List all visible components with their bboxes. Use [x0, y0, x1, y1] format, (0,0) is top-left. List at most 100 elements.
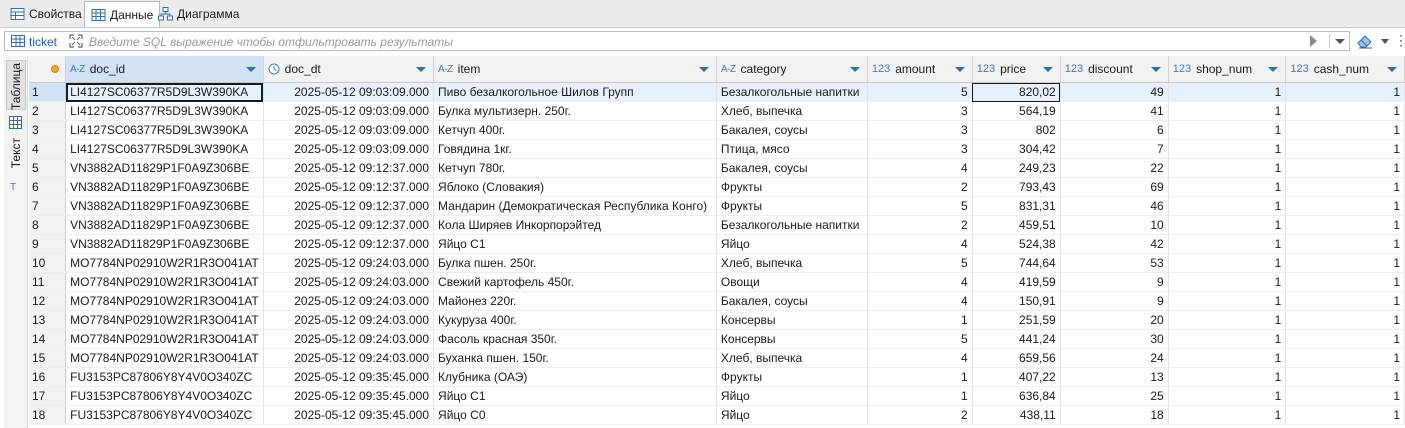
cell-amount[interactable]: 5: [867, 329, 973, 349]
row-number[interactable]: 11: [29, 272, 67, 292]
cell-amount[interactable]: 4: [867, 158, 973, 178]
row-number[interactable]: 15: [29, 348, 67, 368]
cell-doc_dt[interactable]: 2025-05-12 09:12:37.000: [263, 234, 435, 254]
row-number[interactable]: 7: [29, 196, 67, 216]
cell-item[interactable]: Буханка пшен. 150г.: [433, 348, 717, 368]
cell-doc_id[interactable]: FU3153PC87806Y8Y4V0O340ZC: [65, 367, 264, 387]
cell-category[interactable]: Консервы: [716, 310, 868, 330]
cell-doc_id[interactable]: MO7784NP02910W2R1R3O041AT: [65, 348, 264, 368]
column-header-cash_num[interactable]: 123 cash_num: [1285, 56, 1405, 83]
cell-price[interactable]: 249,23: [972, 158, 1061, 178]
column-header-shop_num[interactable]: 123 shop_num: [1168, 56, 1287, 83]
more-icon[interactable]: ⋮: [1394, 32, 1405, 49]
cell-discount[interactable]: 46: [1060, 196, 1169, 216]
table-row[interactable]: 3 LI4127SC06377R5D9L3W390KA 2025-05-12 09:…: [29, 120, 1405, 140]
row-number[interactable]: 12: [29, 291, 67, 311]
cell-discount[interactable]: 41: [1060, 101, 1169, 121]
cell-price[interactable]: 251,59: [972, 310, 1061, 330]
row-number[interactable]: 18: [29, 405, 67, 425]
text-view-icon[interactable]: T: [10, 182, 16, 193]
cell-doc_dt[interactable]: 2025-05-12 09:12:37.000: [263, 215, 435, 235]
row-number[interactable]: 17: [29, 386, 67, 406]
cell-item[interactable]: Кола Ширяев Инкорпорэйтед: [433, 215, 717, 235]
table-row[interactable]: 15 MO7784NP02910W2R1R3O041AT 2025-05-12 09…: [29, 348, 1405, 368]
cell-shop_num[interactable]: 1: [1168, 177, 1287, 197]
cell-category[interactable]: Безалкогольные напитки: [716, 215, 868, 235]
cell-item[interactable]: Кетчуп 400г.: [433, 120, 717, 140]
row-number[interactable]: 13: [29, 310, 67, 330]
cell-cash_num[interactable]: 1: [1285, 253, 1405, 273]
cell-price[interactable]: 150,91: [972, 291, 1061, 311]
table-row[interactable]: 9 VN3882AD11829P1F0A9Z306BE 2025-05-12 09:…: [29, 234, 1405, 254]
cell-discount[interactable]: 53: [1060, 253, 1169, 273]
row-number[interactable]: 9: [29, 234, 67, 254]
table-row[interactable]: 16 FU3153PC87806Y8Y4V0O340ZC 2025-05-12 09…: [29, 367, 1405, 387]
cell-cash_num[interactable]: 1: [1285, 101, 1405, 121]
cell-price[interactable]: 441,24: [972, 329, 1061, 349]
cell-item[interactable]: Фасоль красная 350г.: [433, 329, 717, 349]
cell-shop_num[interactable]: 1: [1168, 310, 1287, 330]
cell-discount[interactable]: 9: [1060, 291, 1169, 311]
cell-cash_num[interactable]: 1: [1285, 196, 1405, 216]
apply-filter-icon[interactable]: [1310, 35, 1317, 47]
cell-doc_dt[interactable]: 2025-05-12 09:24:03.000: [263, 310, 435, 330]
row-number[interactable]: 14: [29, 329, 67, 349]
cell-shop_num[interactable]: 1: [1168, 386, 1287, 406]
cell-discount[interactable]: 6: [1060, 120, 1169, 140]
cell-amount[interactable]: 5: [867, 253, 973, 273]
cell-price[interactable]: 831,31: [972, 196, 1061, 216]
column-header-doc_id[interactable]: A-Z doc_id: [65, 56, 264, 83]
cell-doc_id[interactable]: FU3153PC87806Y8Y4V0O340ZC: [65, 386, 264, 406]
cell-price[interactable]: 793,43: [972, 177, 1061, 197]
cell-discount[interactable]: 20: [1060, 310, 1169, 330]
cell-amount[interactable]: 3: [867, 120, 973, 140]
filter-table-name[interactable]: ticket: [29, 35, 57, 49]
cell-doc_dt[interactable]: 2025-05-12 09:03:09.000: [263, 82, 435, 102]
cell-shop_num[interactable]: 1: [1168, 272, 1287, 292]
cell-category[interactable]: Яйцо: [716, 405, 868, 425]
sort-chevron-icon[interactable]: [849, 67, 860, 72]
cell-item[interactable]: Яйцо С1: [433, 234, 717, 254]
column-header-category[interactable]: A-Z category: [716, 56, 868, 83]
cell-category[interactable]: Хлеб, выпечка: [716, 253, 868, 273]
tab-data[interactable]: Данные: [84, 1, 161, 27]
tab-text-view[interactable]: Текст: [6, 138, 26, 178]
cell-category[interactable]: Консервы: [716, 329, 868, 349]
row-number[interactable]: 6: [29, 177, 67, 197]
cell-amount[interactable]: 1: [867, 310, 973, 330]
cell-discount[interactable]: 10: [1060, 215, 1169, 235]
cell-item[interactable]: Булка мультизерн. 250г.: [433, 101, 717, 121]
eraser-icon[interactable]: [1356, 33, 1374, 49]
tab-diagram[interactable]: Диаграмма: [152, 2, 245, 26]
cell-item[interactable]: Свежий картофель 450г.: [433, 272, 717, 292]
cell-amount[interactable]: 4: [867, 291, 973, 311]
cell-category[interactable]: Безалкогольные напитки: [716, 82, 868, 102]
cell-price[interactable]: 407,22: [972, 367, 1061, 387]
cell-item[interactable]: Мандарин (Демократическая Республика Кон…: [433, 196, 717, 216]
cell-discount[interactable]: 22: [1060, 158, 1169, 178]
eraser-chevron-icon[interactable]: [1381, 39, 1389, 44]
cell-price[interactable]: 304,42: [972, 139, 1061, 159]
cell-price[interactable]: 802: [972, 120, 1061, 140]
cell-shop_num[interactable]: 1: [1168, 215, 1287, 235]
tab-table-view[interactable]: Таблица: [6, 60, 26, 110]
cell-category[interactable]: Овощи: [716, 272, 868, 292]
cell-price[interactable]: 438,11: [972, 405, 1061, 425]
cell-doc_dt[interactable]: 2025-05-12 09:12:37.000: [263, 196, 435, 216]
column-header-doc_dt[interactable]: doc_dt: [263, 56, 435, 83]
cell-doc_dt[interactable]: 2025-05-12 09:24:03.000: [263, 348, 435, 368]
cell-cash_num[interactable]: 1: [1285, 82, 1405, 102]
cell-amount[interactable]: 1: [867, 386, 973, 406]
cell-price[interactable]: 524,38: [972, 234, 1061, 254]
cell-doc_dt[interactable]: 2025-05-12 09:03:09.000: [263, 101, 435, 121]
sort-chevron-icon[interactable]: [245, 67, 256, 72]
row-number[interactable]: 1: [29, 82, 67, 102]
cell-item[interactable]: Яйцо С0: [433, 405, 717, 425]
cell-cash_num[interactable]: 1: [1285, 120, 1405, 140]
cell-shop_num[interactable]: 1: [1168, 101, 1287, 121]
cell-doc_id[interactable]: LI4127SC06377R5D9L3W390KA: [65, 82, 264, 102]
cell-amount[interactable]: 1: [867, 367, 973, 387]
cell-doc_id[interactable]: VN3882AD11829P1F0A9Z306BE: [65, 158, 264, 178]
cell-item[interactable]: Яблоко (Словакия): [433, 177, 717, 197]
cell-cash_num[interactable]: 1: [1285, 386, 1405, 406]
